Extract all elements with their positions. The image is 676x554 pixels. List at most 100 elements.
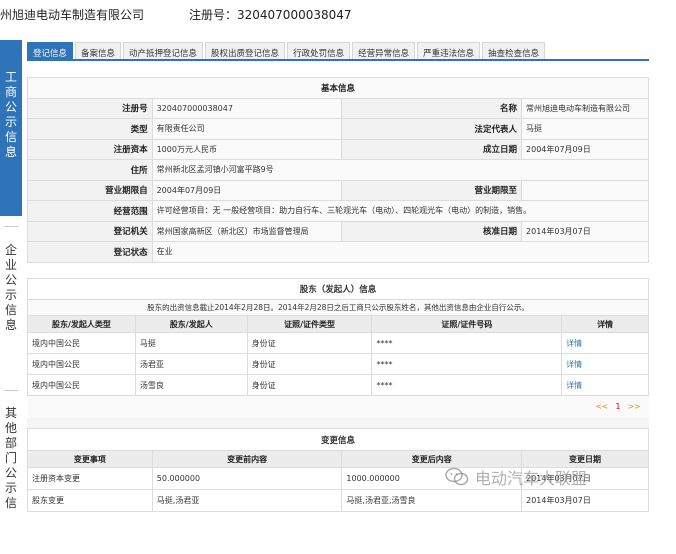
pager-current-page[interactable]: 1 bbox=[616, 402, 621, 411]
pager-next[interactable]: >> bbox=[628, 402, 641, 411]
shareholders-title: 股东（发起人）信息 bbox=[27, 278, 649, 300]
registration-authority-value: 常州国家高新区（新北区）市场监督管理局 bbox=[151, 220, 343, 242]
sidenav-char: 息 bbox=[4, 318, 17, 332]
sidenav-item-business-publicity[interactable]: 工 商 公 示 信 息 bbox=[0, 40, 22, 216]
column-header: 股东/发起人类型 bbox=[27, 315, 136, 333]
tab-equity-pledge[interactable]: 股权出质登记信息 bbox=[205, 42, 286, 59]
change-item: 注册资本变更 bbox=[27, 467, 153, 490]
change-date: 2014年03月07日 bbox=[521, 489, 649, 512]
id-type: 身份证 bbox=[246, 374, 373, 396]
sidenav-char: 示 bbox=[4, 115, 17, 129]
sidenav-char: 示 bbox=[4, 288, 17, 302]
field-label: 注册号 bbox=[27, 97, 153, 119]
detail-link[interactable]: 详情 bbox=[561, 332, 649, 354]
field-label: 类型 bbox=[27, 118, 153, 140]
business-scope-value: 许可经营项目：无 一般经营项目：助力自行车、三轮观光车（电动）、四轮观光车（电动… bbox=[151, 200, 650, 222]
company-name-heading: 州旭迪电动车制造有限公司 bbox=[0, 8, 145, 22]
company-name-value: 常州旭迪电动车制造有限公司 bbox=[521, 97, 649, 119]
sidenav-char: 工 bbox=[4, 70, 17, 84]
tab-administrative-penalty[interactable]: 行政处罚信息 bbox=[287, 42, 351, 59]
detail-link[interactable]: 详情 bbox=[561, 374, 649, 396]
sidenav-char: 公 bbox=[4, 100, 17, 114]
sidenav-char: 公 bbox=[4, 466, 17, 480]
tab-serious-violation[interactable]: 严重违法信息 bbox=[417, 42, 481, 59]
sidenav-char: 企 bbox=[4, 243, 17, 257]
pager-prev[interactable]: << bbox=[595, 402, 608, 411]
shareholder-type: 境内中国公民 bbox=[27, 353, 136, 375]
change-after: 马挺,汤君亚,汤雪良 bbox=[341, 489, 523, 512]
company-type-value: 有限责任公司 bbox=[151, 118, 343, 140]
approval-date-value: 2014年03月07日 bbox=[521, 220, 649, 242]
tab-abnormal-operation[interactable]: 经营异常信息 bbox=[352, 42, 416, 59]
tab-chattel-mortgage[interactable]: 动产抵押登记信息 bbox=[123, 42, 204, 59]
field-label: 住所 bbox=[27, 159, 153, 181]
column-header: 变更前内容 bbox=[151, 450, 343, 468]
sidenav-divider bbox=[4, 390, 18, 391]
shareholder-name: 汤君亚 bbox=[134, 353, 248, 375]
field-label: 营业期限至 bbox=[341, 179, 523, 201]
sidenav-char: 信 bbox=[4, 130, 17, 144]
id-number: **** bbox=[371, 353, 563, 375]
registration-number-heading: 注册号：320407000038047 bbox=[189, 8, 352, 22]
established-date-value: 2004年07月09日 bbox=[521, 138, 649, 160]
table-row: 境内中国公民 马挺 身份证 **** 详情 bbox=[27, 332, 649, 354]
sidenav-char: 商 bbox=[4, 85, 17, 99]
sidenav-char: 信 bbox=[4, 303, 17, 317]
shareholder-type: 境内中国公民 bbox=[27, 374, 136, 396]
table-row: 境内中国公民 汤雪良 身份证 **** 详情 bbox=[27, 374, 649, 396]
wechat-icon bbox=[445, 467, 469, 486]
legal-representative-value: 马挺 bbox=[521, 118, 649, 140]
id-number: **** bbox=[371, 332, 563, 354]
sidenav-item-other-departments[interactable]: 其 他 部 门 公 示 信 bbox=[0, 396, 22, 554]
sidenav-char: 其 bbox=[4, 406, 17, 420]
change-info-title: 变更信息 bbox=[27, 428, 649, 451]
change-before: 50.000000 bbox=[151, 467, 343, 490]
change-before: 马挺,汤君亚 bbox=[151, 489, 343, 512]
shareholder-name: 汤雪良 bbox=[134, 374, 248, 396]
sidenav-char: 息 bbox=[4, 145, 17, 159]
shareholders-table: 股东（发起人）信息 股东的出资信息截止2014年2月28日。2014年2月28日… bbox=[27, 278, 649, 418]
id-type: 身份证 bbox=[246, 332, 373, 354]
watermark-text: 电动汽车大联盟 bbox=[475, 469, 588, 488]
basic-info-table: 基本信息 注册号 320407000038047 名称 常州旭迪电动车制造有限公… bbox=[27, 77, 650, 263]
sidenav-char: 门 bbox=[4, 451, 17, 465]
sidenav-char: 公 bbox=[4, 273, 17, 287]
side-navigation: 工 商 公 示 信 息 企 业 公 示 信 息 其 他 部 门 公 示 信 bbox=[0, 38, 22, 554]
field-label: 成立日期 bbox=[341, 138, 523, 160]
field-label: 法定代表人 bbox=[341, 118, 523, 140]
sidenav-divider bbox=[4, 226, 18, 227]
basic-info-title: 基本信息 bbox=[27, 77, 649, 99]
sidenav-char: 部 bbox=[4, 436, 17, 450]
registration-status-value: 在业 bbox=[151, 241, 650, 263]
id-number: **** bbox=[371, 374, 563, 396]
page-header: 州旭迪电动车制造有限公司 注册号：320407000038047 bbox=[0, 0, 676, 28]
column-header: 证照/证件号码 bbox=[371, 315, 563, 333]
table-row: 股东变更 马挺,汤君亚 马挺,汤君亚,汤雪良 2014年03月07日 bbox=[27, 489, 649, 512]
registered-capital-value: 1000万元人民币 bbox=[151, 138, 343, 160]
shareholder-type: 境内中国公民 bbox=[27, 332, 136, 354]
sidenav-char: 示 bbox=[4, 481, 17, 495]
tab-registration-info[interactable]: 登记信息 bbox=[27, 42, 74, 59]
sidenav-char: 业 bbox=[4, 258, 17, 272]
field-label: 注册资本 bbox=[27, 138, 153, 160]
term-to-value bbox=[521, 179, 649, 201]
column-header: 变更事项 bbox=[27, 450, 153, 468]
field-label: 登记机关 bbox=[27, 220, 153, 242]
address-value: 常州新北区孟河镇小河富平路9号 bbox=[151, 159, 650, 181]
detail-link[interactable]: 详情 bbox=[561, 353, 649, 375]
term-from-value: 2004年07月09日 bbox=[151, 179, 343, 201]
column-header: 详情 bbox=[561, 315, 649, 333]
tab-filing-info[interactable]: 备案信息 bbox=[75, 42, 122, 59]
field-label: 登记状态 bbox=[27, 241, 153, 263]
info-tabs: 登记信息 备案信息 动产抵押登记信息 股权出质登记信息 行政处罚信息 经营异常信… bbox=[27, 42, 649, 61]
shareholder-name: 马挺 bbox=[134, 332, 248, 354]
field-label: 名称 bbox=[341, 97, 523, 119]
sidenav-char: 信 bbox=[4, 496, 17, 510]
pagination: << 1 >> bbox=[27, 395, 649, 418]
watermark: 电动汽车大联盟 bbox=[445, 465, 587, 489]
sidenav-item-enterprise-publicity[interactable]: 企 业 公 示 信 息 bbox=[0, 233, 22, 383]
section-divider bbox=[27, 418, 649, 428]
tab-spot-check[interactable]: 抽查检查信息 bbox=[482, 42, 546, 59]
field-label: 经营范围 bbox=[27, 200, 153, 222]
shareholders-note: 股东的出资信息截止2014年2月28日。2014年2月28日之后工商只公示股东姓… bbox=[27, 299, 649, 316]
